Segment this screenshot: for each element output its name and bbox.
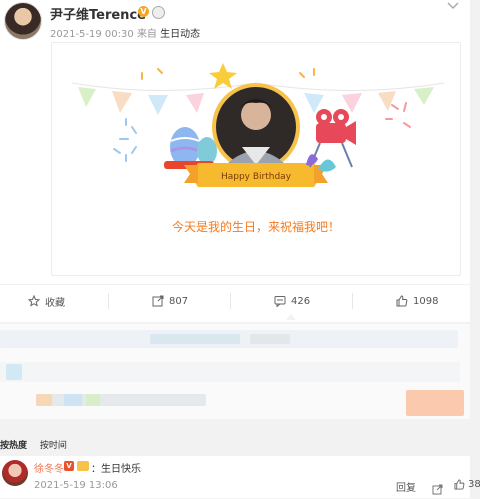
comment-separator: ： (91, 464, 101, 475)
comment-time: 2021-5-19 13:06 (34, 480, 118, 491)
divider (230, 293, 231, 309)
repost-count: 807 (169, 295, 189, 307)
thumbs-up-icon (396, 295, 408, 307)
commenter-avatar[interactable] (2, 460, 28, 486)
fan-badge-icon (77, 461, 89, 471)
repost-icon (152, 295, 164, 307)
star-icon (209, 63, 237, 89)
post-card: 尹子维Terence V 2021-5-19 00:30 来自 生日动态 Hap… (0, 0, 470, 322)
obscured-send-button (406, 390, 464, 416)
like-button[interactable]: 1098 (396, 293, 438, 309)
comment-pointer (286, 314, 296, 320)
bunting-flag (78, 87, 96, 107)
post-timestamp[interactable]: 2021-5-19 00:30 (50, 29, 134, 40)
comment-count: 426 (291, 295, 311, 307)
bunting-flag (148, 95, 168, 115)
banner-text: Happy Birthday (221, 172, 292, 182)
bunting-flag (112, 91, 132, 113)
source-prefix: 来自 (136, 29, 157, 40)
obscured-block (150, 334, 240, 344)
bunting-flag (186, 93, 204, 113)
share-button[interactable] (432, 480, 443, 499)
birthday-illustration: Happy Birthday 今天是我的生日，来祝福我吧！ (71, 63, 445, 234)
comment-button[interactable]: 426 (274, 293, 310, 309)
post-meta: 2021-5-19 00:30 来自 生日动态 (50, 25, 200, 40)
action-bar: 收藏 807 426 1098 (0, 284, 470, 315)
verified-icon: V (138, 6, 149, 17)
comment-like-button[interactable]: 38 (454, 479, 480, 490)
obscured-block (0, 362, 460, 382)
star-outline-icon (28, 295, 40, 307)
vip-badge-icon: V (64, 461, 74, 471)
comment-like-count: 38 (468, 479, 480, 490)
bunting-flag (378, 91, 396, 111)
comment-icon (274, 296, 286, 307)
birthday-message: 今天是我的生日，来祝福我吧！ (172, 219, 340, 234)
post-username[interactable]: 尹子维Terence (50, 4, 146, 23)
easter-egg (197, 137, 217, 165)
member-badge-icon (152, 6, 165, 19)
obscured-comment-input (0, 324, 470, 419)
comment-sort: 按热度 按时间 (0, 438, 77, 451)
obscured-block (6, 364, 22, 380)
post-source[interactable]: 生日动态 (160, 29, 200, 40)
avatar[interactable] (4, 2, 42, 40)
obscured-block (64, 394, 82, 406)
comment-item: 徐冬冬 V ：生日快乐 2021-5-19 13:06 回复 38 (0, 456, 480, 499)
sort-time-tab[interactable]: 按时间 (40, 441, 67, 451)
obscured-block (36, 394, 52, 406)
sort-hot-tab[interactable]: 按热度 (0, 441, 27, 451)
reply-button[interactable]: 回复 (396, 479, 416, 494)
comment-text: 生日快乐 (101, 464, 141, 475)
favorite-button[interactable]: 收藏 (28, 293, 65, 309)
birthday-card[interactable]: Happy Birthday 今天是我的生日，来祝福我吧！ (51, 42, 461, 276)
obscured-block (250, 334, 290, 344)
camera-icon (316, 123, 346, 143)
divider (108, 293, 109, 309)
divider (352, 293, 353, 309)
bunting-flag (342, 93, 362, 113)
comment-text-wrap: ：生日快乐 (91, 460, 141, 475)
commenter-name[interactable]: 徐冬冬 (34, 460, 64, 475)
like-count: 1098 (413, 295, 439, 307)
thumbs-up-icon (454, 479, 465, 490)
obscured-block (36, 394, 206, 406)
bunting-flag (414, 87, 434, 105)
share-icon (432, 484, 443, 495)
favorite-label: 收藏 (45, 297, 65, 309)
chevron-down-icon[interactable] (446, 0, 460, 14)
obscured-block (86, 394, 100, 406)
repost-button[interactable]: 807 (152, 293, 188, 309)
